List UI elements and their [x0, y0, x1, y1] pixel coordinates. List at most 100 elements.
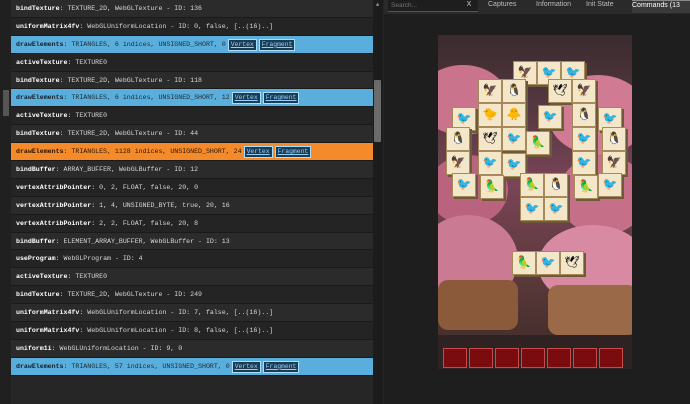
- command-args: TEXTURE_2D, WebGLTexture - ID: 136: [67, 5, 202, 12]
- mahjong-tile[interactable]: 🕊: [548, 79, 572, 103]
- command-args: TEXTURE_2D, WebGLTexture - ID: 118: [67, 76, 202, 84]
- tab-captures[interactable]: Captures: [488, 0, 536, 12]
- mahjong-tile[interactable]: 🐦: [536, 251, 560, 275]
- command-name: drawElements: [16, 362, 64, 370]
- command-row[interactable]: vertexAttribPointer: 1, 4, UNSIGNED_BYTE…: [11, 196, 373, 215]
- command-row-draw[interactable]: drawElements: TRIANGLES, 57 indices, UNS…: [11, 357, 373, 376]
- search-box[interactable]: X: [388, 0, 478, 12]
- mahjong-tile[interactable]: 🦜: [574, 175, 598, 199]
- command-name: drawElements: [16, 94, 64, 102]
- fragment-shader-link[interactable]: Fragment: [258, 38, 296, 51]
- command-args: WebGLUniformLocation - ID: 9, 0: [59, 344, 183, 352]
- mahjong-tile[interactable]: 🐥: [502, 103, 526, 127]
- command-args: TEXTURE0: [75, 58, 108, 66]
- mahjong-tile[interactable]: 🦜: [480, 175, 504, 199]
- command-name: bindTexture: [16, 130, 60, 138]
- command-list: bindTexture: TEXTURE_2D, WebGLTexture - …: [11, 0, 373, 404]
- mahjong-tile[interactable]: 🐦: [572, 127, 596, 151]
- command-row[interactable]: bindTexture: TEXTURE_2D, WebGLTexture - …: [11, 0, 373, 18]
- capture-view-panel: X Captures Information Init State Comman…: [384, 0, 690, 404]
- command-name: drawElements: [16, 40, 64, 48]
- mahjong-tile[interactable]: 🐦: [538, 105, 562, 129]
- search-close-icon[interactable]: X: [464, 0, 474, 10]
- mahjong-tile[interactable]: 🐧: [602, 127, 626, 151]
- command-name: uniformMatrix4fv: [16, 309, 80, 317]
- command-row[interactable]: bindBuffer: ELEMENT_ARRAY_BUFFER, WebGLB…: [11, 232, 373, 251]
- mahjong-tile[interactable]: 🐤: [478, 103, 502, 127]
- fragment-shader-link[interactable]: Fragment: [274, 146, 312, 159]
- command-name: vertexAttribPointer: [16, 201, 92, 209]
- mahjong-tile[interactable]: 🦅: [446, 151, 470, 175]
- fragment-shader-link[interactable]: Fragment: [262, 92, 300, 105]
- command-row[interactable]: bindTexture: TEXTURE_2D, WebGLTexture - …: [11, 125, 373, 144]
- mahjong-tile[interactable]: 🕊: [478, 127, 502, 151]
- command-args: 2, 2, FLOAT, false, 20, 8: [99, 219, 199, 227]
- command-args: TRIANGLES, 1128 indices, UNSIGNED_SHORT,…: [71, 148, 242, 156]
- command-row[interactable]: activeTexture: TEXTURE0: [11, 107, 373, 126]
- scrollbar-track[interactable]: [373, 0, 383, 404]
- mahjong-tile[interactable]: 🐧: [446, 127, 470, 151]
- command-row[interactable]: useProgram: WebGLProgram - ID: 4: [11, 250, 373, 269]
- fragment-shader-link[interactable]: Fragment: [262, 360, 300, 373]
- mahjong-tile[interactable]: 🐦: [520, 197, 544, 221]
- mahjong-tile[interactable]: 🐦: [598, 173, 622, 197]
- command-row[interactable]: bindTexture: TEXTURE_2D, WebGLTexture - …: [11, 71, 373, 90]
- mahjong-tile[interactable]: 🐦: [478, 151, 502, 175]
- command-row[interactable]: activeTexture: TEXTURE0: [11, 268, 373, 287]
- tab-init-state[interactable]: Init State: [586, 0, 632, 12]
- tab-information[interactable]: Information: [536, 0, 582, 12]
- mahjong-tile[interactable]: 🕊: [560, 251, 584, 275]
- command-name: activeTexture: [16, 112, 68, 120]
- mahjong-tile[interactable]: 🐧: [572, 103, 596, 127]
- mahjong-tile[interactable]: 🦜: [520, 173, 544, 197]
- command-args: TRIANGLES, 6 indices, UNSIGNED_SHORT, 12: [71, 94, 230, 102]
- vertex-shader-link[interactable]: Vertex: [243, 146, 273, 159]
- command-row[interactable]: bindBuffer: ARRAY_BUFFER, WebGLBuffer - …: [11, 161, 373, 179]
- tile-slot: [495, 348, 519, 368]
- command-name: activeTexture: [16, 273, 68, 281]
- tile-slot: [521, 348, 545, 368]
- mahjong-tile[interactable]: 🦅: [572, 79, 596, 103]
- command-row-draw[interactable]: drawElements: TRIANGLES, 6 indices, UNSI…: [11, 35, 373, 54]
- scroll-up-arrow-icon[interactable]: ▲: [374, 2, 381, 8]
- game-canvas-preview: 🦅 🐦 🐦 🦅 🐧 🕊 🦅 🐦 🐤 🐥 🐦 🐧 🐦 🐧 🕊 🐦 🦜 🐦 🐧 🦅 …: [438, 35, 632, 369]
- command-row[interactable]: uniformMatrix4fv: WebGLUniformLocation -…: [11, 304, 373, 323]
- mahjong-tile[interactable]: 🐦: [452, 173, 476, 197]
- mahjong-tile[interactable]: 🐦: [502, 127, 526, 151]
- command-row[interactable]: uniformMatrix4fv: WebGLUniformLocation -…: [11, 17, 373, 36]
- mahjong-tile[interactable]: 🐧: [502, 79, 526, 103]
- command-args: 1, 4, UNSIGNED_BYTE, true, 20, 16: [99, 201, 230, 209]
- command-args: ELEMENT_ARRAY_BUFFER, WebGLBuffer - ID: …: [63, 237, 230, 245]
- mahjong-tile[interactable]: 🦅: [602, 151, 626, 175]
- command-name: uniformMatrix4fv: [16, 22, 80, 30]
- command-name: uniformMatrix4fv: [16, 327, 80, 335]
- mahjong-tile[interactable]: 🐦: [544, 197, 568, 221]
- mahjong-tile[interactable]: 🐧: [544, 173, 568, 197]
- left-scrollbar-thumb[interactable]: [3, 90, 9, 116]
- scrollbar-thumb[interactable]: [374, 80, 381, 142]
- mahjong-tile[interactable]: 🦜: [526, 131, 550, 155]
- tile-slot: [599, 348, 623, 368]
- tab-bar: X Captures Information Init State Comman…: [384, 0, 690, 14]
- command-row[interactable]: vertexAttribPointer: 2, 2, FLOAT, false,…: [11, 214, 373, 233]
- command-name: activeTexture: [16, 58, 68, 66]
- mahjong-tile[interactable]: 🐦: [572, 151, 596, 175]
- tab-commands[interactable]: Commands (13: [632, 0, 690, 13]
- left-scrollbar[interactable]: [0, 0, 11, 404]
- command-row[interactable]: uniformMatrix4fv: WebGLUniformLocation -…: [11, 322, 373, 340]
- command-args: TRIANGLES, 57 indices, UNSIGNED_SHORT, 0: [71, 362, 230, 370]
- mahjong-tile[interactable]: 🦜: [512, 251, 536, 275]
- command-args: WebGLProgram - ID: 4: [63, 255, 143, 263]
- command-row[interactable]: uniform1i: WebGLUniformLocation - ID: 9,…: [11, 339, 373, 358]
- command-row-draw[interactable]: drawElements: TRIANGLES, 1128 indices, U…: [11, 143, 373, 162]
- command-row[interactable]: vertexAttribPointer: 0, 2, FLOAT, false,…: [11, 178, 373, 197]
- vertex-shader-link[interactable]: Vertex: [231, 360, 261, 373]
- mahjong-tile[interactable]: 🦅: [478, 79, 502, 103]
- command-panel: bindTexture: TEXTURE_2D, WebGLTexture - …: [0, 0, 384, 404]
- search-input[interactable]: [391, 0, 461, 10]
- command-row[interactable]: activeTexture: TEXTURE0: [11, 53, 373, 72]
- command-row[interactable]: bindTexture: TEXTURE_2D, WebGLTexture - …: [11, 286, 373, 305]
- command-row-draw[interactable]: drawElements: TRIANGLES, 6 indices, UNSI…: [11, 89, 373, 108]
- vertex-shader-link[interactable]: Vertex: [231, 92, 261, 105]
- vertex-shader-link[interactable]: Vertex: [227, 38, 257, 51]
